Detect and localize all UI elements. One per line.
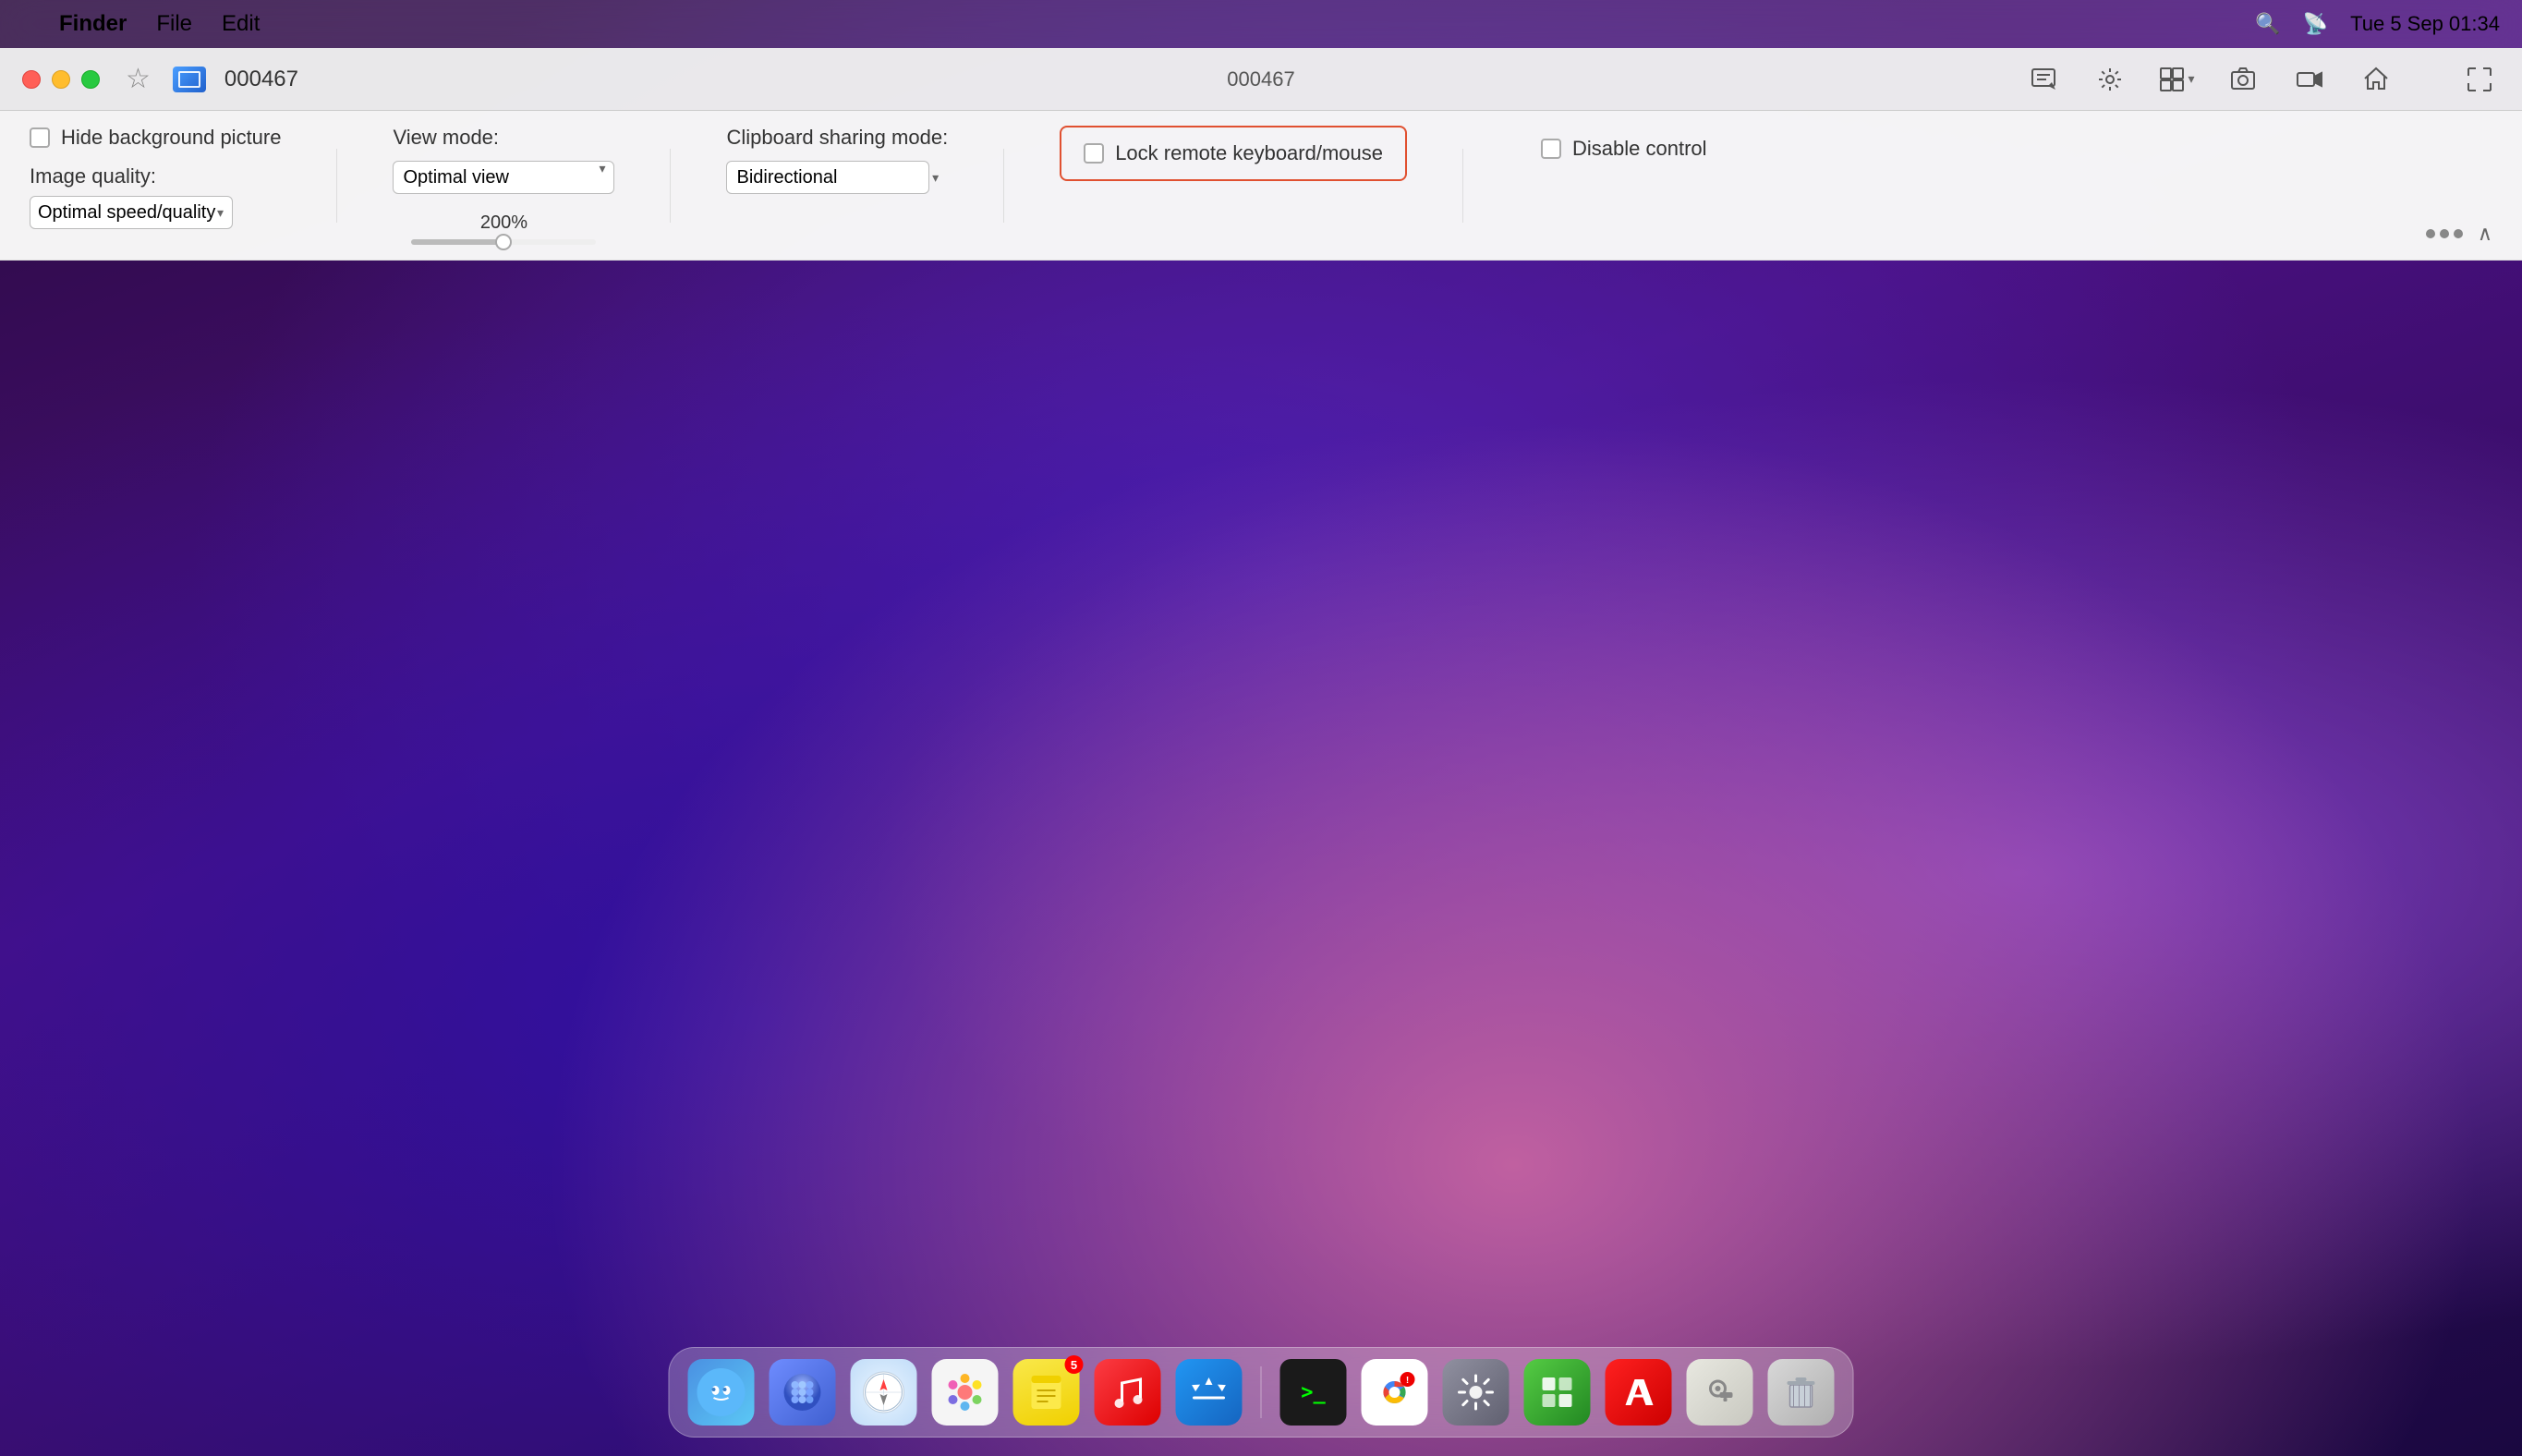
dots-button[interactable] bbox=[2426, 229, 2463, 238]
hide-bg-row: Hide background picture bbox=[30, 126, 281, 150]
dock-item-finder[interactable] bbox=[688, 1359, 755, 1426]
hide-bg-label: Hide background picture bbox=[61, 126, 281, 150]
menubar-cast-icon[interactable]: 📡 bbox=[2303, 12, 2328, 36]
collapse-panel-button[interactable]: ∧ bbox=[2478, 222, 2492, 246]
window-title: 000467 bbox=[224, 67, 298, 92]
menubar-edit[interactable]: Edit bbox=[222, 11, 260, 37]
remote-screen-icon bbox=[173, 67, 206, 92]
dock-separator bbox=[1261, 1366, 1262, 1418]
lock-keyboard-checkbox[interactable] bbox=[1084, 143, 1104, 164]
zoom-value: 200% bbox=[480, 212, 527, 234]
menubar-finder[interactable]: Finder bbox=[59, 11, 127, 37]
menubar-file[interactable]: File bbox=[156, 11, 192, 37]
clipboard-select-wrapper: Bidirectional Disabled Local to Remote R… bbox=[726, 161, 948, 194]
divider-2 bbox=[670, 149, 671, 223]
bookmark-icon[interactable]: ☆ bbox=[126, 63, 151, 95]
dock-item-appstore[interactable] bbox=[1176, 1359, 1243, 1426]
annotation-button[interactable] bbox=[2023, 59, 2064, 100]
clipboard-label: Clipboard sharing mode: bbox=[726, 126, 948, 150]
dock-item-music[interactable] bbox=[1095, 1359, 1161, 1426]
dock-item-notes[interactable]: 5 bbox=[1013, 1359, 1080, 1426]
image-quality-label: Image quality: bbox=[30, 164, 281, 188]
divider-1 bbox=[336, 149, 337, 223]
hide-bg-section: Hide background picture Image quality: O… bbox=[30, 126, 281, 229]
dot-icon bbox=[2454, 229, 2463, 238]
screenshot-button[interactable] bbox=[2223, 59, 2263, 100]
disable-control-checkbox[interactable] bbox=[1541, 139, 1561, 159]
terminal-text: >_ bbox=[1301, 1381, 1326, 1404]
hide-bg-checkbox[interactable] bbox=[30, 127, 50, 148]
zoom-slider-container: 200% bbox=[393, 212, 614, 245]
dock-item-safari[interactable] bbox=[851, 1359, 917, 1426]
image-quality-select-wrapper: Optimal speed/quality Best quality Best … bbox=[30, 196, 233, 229]
dock-item-chrome[interactable]: ! bbox=[1362, 1359, 1428, 1426]
traffic-lights bbox=[22, 70, 100, 89]
dock-item-terminal[interactable]: >_ bbox=[1280, 1359, 1347, 1426]
collapse-area: ∧ bbox=[2426, 222, 2492, 246]
divider-4 bbox=[1462, 149, 1463, 223]
clipboard-select-arrow-icon: ▾ bbox=[932, 170, 939, 186]
view-mode-select-wrapper: Optimal view Full screen Window ▾ bbox=[393, 161, 614, 194]
menubar-datetime: Tue 5 Sep 01:34 bbox=[2350, 12, 2500, 36]
image-quality-section: Image quality: Optimal speed/quality Bes… bbox=[30, 164, 281, 229]
disable-control-label: Disable control bbox=[1572, 137, 1707, 161]
menubar: Finder File Edit 🔍 📡 Tue 5 Sep 01:34 bbox=[0, 0, 2522, 48]
minimize-button[interactable] bbox=[52, 70, 70, 89]
fullscreen-button[interactable] bbox=[2459, 59, 2500, 100]
menubar-search-icon[interactable]: 🔍 bbox=[2255, 12, 2280, 36]
home-button[interactable] bbox=[2356, 59, 2396, 100]
lock-keyboard-label: Lock remote keyboard/mouse bbox=[1115, 141, 1383, 165]
toolbar-panel: Hide background picture Image quality: O… bbox=[0, 111, 2522, 261]
disable-control-section: Disable control bbox=[1519, 126, 1729, 172]
maximize-button[interactable] bbox=[81, 70, 100, 89]
dock-item-system-settings[interactable] bbox=[1443, 1359, 1510, 1426]
close-button[interactable] bbox=[22, 70, 41, 89]
dock-item-rosetta[interactable] bbox=[1524, 1359, 1591, 1426]
settings-button[interactable] bbox=[2090, 59, 2130, 100]
view-mode-label: View mode: bbox=[393, 126, 614, 150]
clipboard-select[interactable]: Bidirectional Disabled Local to Remote R… bbox=[726, 161, 929, 194]
dock-item-launchpad[interactable] bbox=[770, 1359, 836, 1426]
svg-text:!: ! bbox=[1406, 1376, 1409, 1386]
dock-item-keychain[interactable] bbox=[1687, 1359, 1753, 1426]
layout-button[interactable]: ▾ bbox=[2156, 59, 2197, 100]
clipboard-section: Clipboard sharing mode: Bidirectional Di… bbox=[726, 126, 948, 194]
dot-icon bbox=[2440, 229, 2449, 238]
dock-item-trash[interactable] bbox=[1768, 1359, 1835, 1426]
zoom-slider[interactable] bbox=[411, 239, 596, 245]
view-mode-select[interactable]: Optimal view Full screen Window bbox=[393, 161, 614, 194]
dot-icon bbox=[2426, 229, 2435, 238]
divider-3 bbox=[1003, 149, 1004, 223]
dock-item-photos[interactable] bbox=[932, 1359, 999, 1426]
video-button[interactable] bbox=[2289, 59, 2330, 100]
dock: 5 >_ ! bbox=[669, 1347, 1854, 1438]
toolbar-controls: ▾ bbox=[2023, 59, 2500, 100]
dock-item-acrobat[interactable] bbox=[1606, 1359, 1672, 1426]
lock-keyboard-section: Lock remote keyboard/mouse bbox=[1060, 126, 1407, 181]
titlebar: 000467 ☆ 000467 bbox=[0, 48, 2522, 111]
image-quality-select[interactable]: Optimal speed/quality Best quality Best … bbox=[30, 196, 233, 229]
view-mode-section: View mode: Optimal view Full screen Wind… bbox=[393, 126, 614, 245]
